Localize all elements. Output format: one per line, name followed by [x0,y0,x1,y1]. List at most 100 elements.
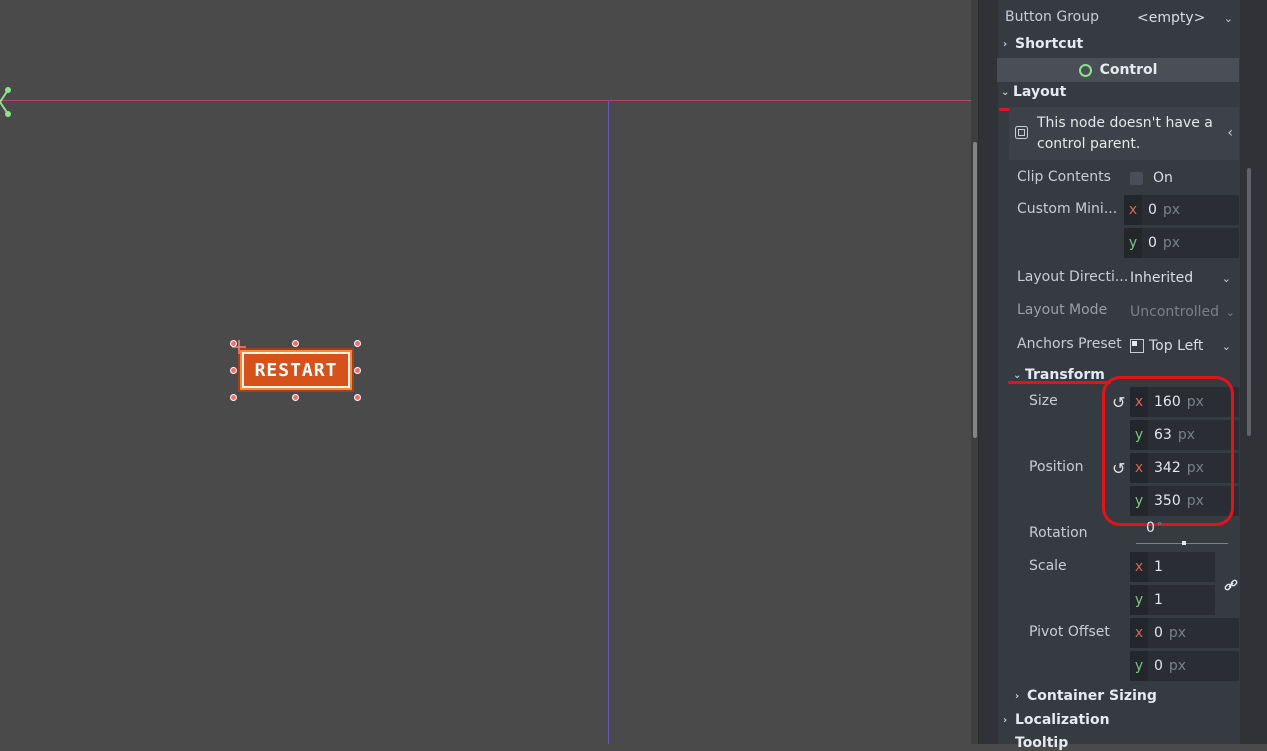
container-sizing-section[interactable]: › Container Sizing [1015,688,1157,704]
custom-min-size-x-field[interactable]: x 0 px [1124,195,1239,225]
layout-mode-row: Layout Mode [1017,302,1107,318]
rotation-slider[interactable]: 0 ° [1136,520,1230,548]
canvas-viewport[interactable]: RESTART [0,0,978,744]
layout-mode-value: Uncontrolled [1130,304,1220,320]
rotation-label: Rotation [1029,525,1088,541]
origin-gizmo-icon [0,87,11,117]
annotation-underline-transform [1008,381,1111,384]
resize-handle-right[interactable] [354,367,361,374]
clip-contents-label: Clip Contents [1017,169,1111,185]
scale-label: Scale [1029,558,1067,574]
button-group-value: <empty> [1137,10,1206,26]
custom-min-size-row: Custom Mini... [1017,201,1117,217]
layout-direction-value: Inherited [1130,270,1194,286]
resize-handle-left[interactable] [230,367,237,374]
link-icon[interactable] [1224,578,1238,592]
shortcut-section-label: Shortcut [1015,36,1084,52]
checkbox-icon[interactable] [1130,171,1143,185]
inspector-scrollbar-thumb[interactable] [1247,168,1251,436]
position-label: Position [1029,459,1084,475]
rotation-value: 0 [1146,520,1155,536]
pivot-offset-y-unit: px [1168,658,1187,674]
layout-direction-dropdown[interactable]: Inherited ⌄ [1124,265,1239,291]
resize-handle-top[interactable] [292,340,299,347]
localization-section[interactable]: › Localization [1003,712,1110,728]
pivot-offset-x-value: 0 [1154,625,1163,641]
custom-min-size-label: Custom Mini... [1017,201,1118,217]
axis-y-label: y [1130,651,1148,681]
custom-min-size-y-value: 0 [1148,235,1157,251]
chevron-left-icon[interactable]: ‹ [1227,125,1233,141]
custom-min-size-x-unit: px [1162,202,1181,218]
button-group-label: Button Group [1005,9,1099,25]
tooltip-section[interactable]: Tooltip [1003,735,1068,751]
custom-min-size-x-value: 0 [1148,202,1157,218]
axis-x-label: x [1130,552,1148,582]
layout-direction-label: Layout Directi... [1017,269,1129,285]
scale-y-field[interactable]: y 1 [1130,585,1215,615]
container-sizing-label: Container Sizing [1027,688,1157,704]
chevron-down-icon: ⌄ [1223,11,1233,25]
anchors-preset-label: Anchors Preset [1017,336,1122,352]
scale-row: Scale [1029,558,1067,574]
anchors-preset-row: Anchors Preset [1017,336,1122,352]
resize-handle-bottom[interactable] [292,394,299,401]
scale-x-value: 1 [1154,559,1163,575]
control-node-icon [1078,63,1092,77]
clip-contents-value: On [1153,170,1173,186]
restart-button-label: RESTART [242,352,350,388]
annotation-circle [1102,376,1234,526]
size-label: Size [1029,393,1058,409]
layout-direction-row: Layout Directi... [1017,269,1128,285]
custom-min-size-y-field[interactable]: y 0 px [1124,228,1239,258]
anchor-top-left-icon [1130,339,1144,353]
layout-mode-dropdown[interactable]: Uncontrolled ⌄ [1124,299,1239,325]
anchors-preset-value: Top Left [1149,338,1204,354]
warning-banner: This node doesn't have a control parent.… [1009,107,1239,160]
pivot-offset-y-value: 0 [1154,658,1163,674]
clip-contents-row: Clip Contents [1017,169,1111,185]
chevron-right-icon: › [1015,690,1020,702]
viewport-scrollbar-thumb[interactable] [973,142,977,438]
control-header-label: Control [1099,62,1158,78]
chevron-down-icon: ⌄ [1221,339,1231,353]
pivot-offset-x-unit: px [1168,625,1187,641]
control-category-header[interactable]: Control [997,58,1239,82]
pivot-offset-y-field[interactable]: y 0 px [1130,651,1239,681]
rotation-row: Rotation [1029,525,1088,541]
scale-x-field[interactable]: x 1 [1130,552,1215,582]
node-warning-icon [1015,126,1028,139]
button-group-row: Button Group [1005,9,1099,25]
slider-grabber[interactable] [1182,541,1186,545]
resize-handle-top-left[interactable] [230,340,237,347]
layout-mode-label: Layout Mode [1017,302,1108,318]
pivot-offset-row: Pivot Offset [1029,624,1110,640]
custom-min-size-y-unit: px [1162,235,1181,251]
selected-node[interactable]: RESTART [230,340,362,402]
resize-handle-top-right[interactable] [354,340,361,347]
pivot-offset-label: Pivot Offset [1029,624,1110,640]
layout-section[interactable]: ⌄ Layout [1001,84,1066,100]
vertical-guide-line [608,100,609,744]
pivot-offset-x-field[interactable]: x 0 px [1130,618,1239,648]
axis-x-label: x [1124,195,1142,225]
anchors-preset-dropdown[interactable]: Top Left ⌄ [1124,333,1239,359]
chevron-right-icon: › [1003,714,1008,726]
axis-x-label: x [1130,618,1148,648]
chevron-down-icon: ⌄ [1013,369,1022,381]
layout-section-label: Layout [1013,84,1067,100]
resize-handle-bottom-left[interactable] [230,394,237,401]
chevron-down-icon: ⌄ [1221,271,1231,285]
scale-y-value: 1 [1154,592,1163,608]
clip-contents-toggle[interactable]: On [1130,170,1173,186]
chevron-down-icon: ⌄ [1001,86,1010,98]
axis-y-label: y [1124,228,1142,258]
localization-label: Localization [1015,712,1110,728]
axis-y-label: y [1130,585,1148,615]
warning-text-line2: control parent. [1037,136,1141,152]
shortcut-section[interactable]: › Shortcut [1003,36,1083,52]
resize-handle-bottom-right[interactable] [354,394,361,401]
button-group-dropdown[interactable]: <empty> ⌄ [1129,6,1233,30]
restart-button[interactable]: RESTART [238,348,354,392]
position-row: Position [1029,459,1084,475]
